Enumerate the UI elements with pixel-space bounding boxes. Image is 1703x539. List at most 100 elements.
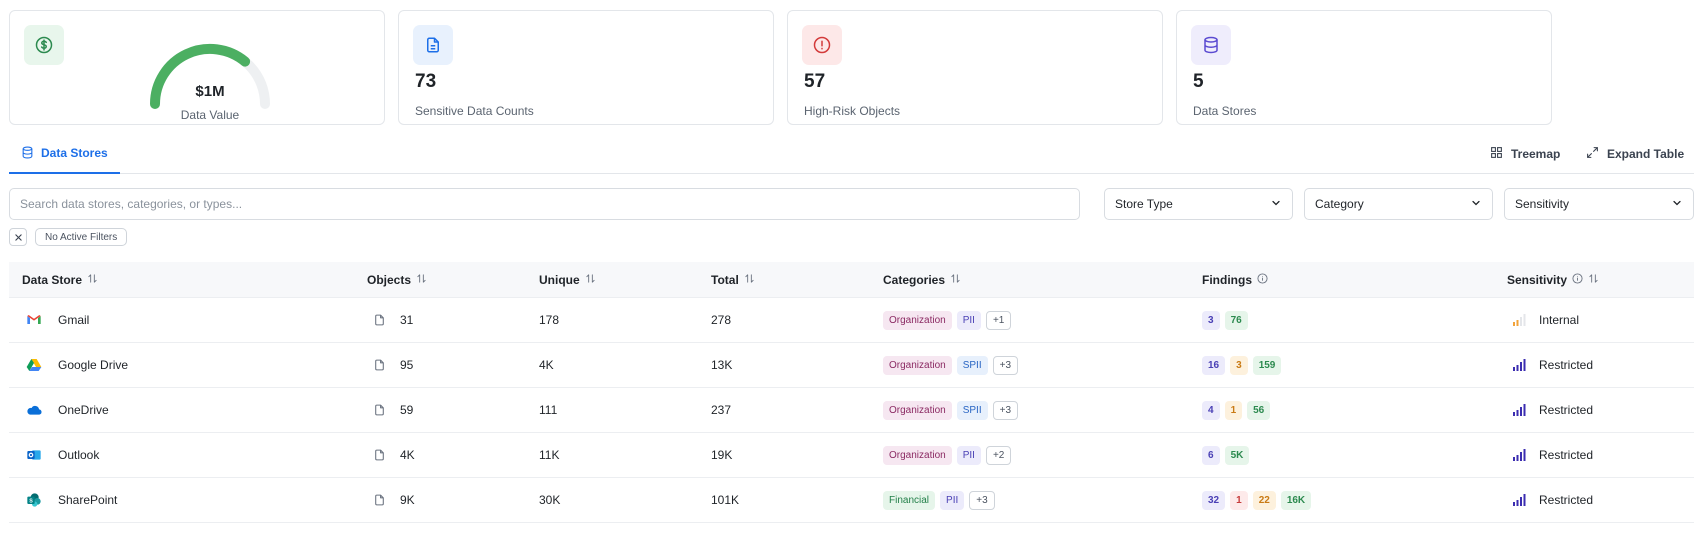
sort-icon bbox=[416, 273, 427, 287]
finding-badge: 16 bbox=[1202, 355, 1226, 375]
unique-value: 111 bbox=[539, 403, 558, 417]
table-row[interactable]: Google Drive 95 4K 13K Organization SPII +… bbox=[9, 343, 1694, 388]
sensitivity-bars-icon bbox=[1513, 449, 1527, 461]
data-value-label: Data Value bbox=[180, 108, 240, 122]
unique-cell: 11K bbox=[539, 433, 559, 477]
sensitivity-cell: Internal bbox=[1513, 298, 1579, 342]
category-chip: Organization bbox=[883, 400, 952, 420]
category-select[interactable]: Category bbox=[1304, 188, 1493, 220]
grid-icon bbox=[1490, 146, 1503, 162]
finding-badge: 3 bbox=[1230, 355, 1248, 375]
categories-cell: Organization SPII +3 bbox=[883, 388, 1023, 432]
treemap-label: Treemap bbox=[1511, 147, 1561, 161]
store-type-value: Store Type bbox=[1115, 197, 1173, 211]
category-chip[interactable]: +3 bbox=[992, 400, 1019, 420]
column-header-label: Findings bbox=[1202, 273, 1252, 287]
table-row[interactable]: OneDrive 59 111 237 Organization SPII +3 4… bbox=[9, 388, 1694, 433]
findings-cell: 4 1 56 bbox=[1202, 388, 1275, 432]
store-cell: Outlook bbox=[26, 433, 99, 477]
total-value: 101K bbox=[711, 493, 740, 507]
tab-data-stores[interactable]: Data Stores bbox=[9, 146, 120, 174]
chevron-down-icon bbox=[1470, 197, 1482, 212]
data-value-card: $1M Data Value bbox=[9, 10, 385, 125]
unique-value: 4K bbox=[539, 358, 554, 372]
column-header-objects[interactable]: Objects bbox=[367, 262, 427, 298]
sort-icon bbox=[1588, 273, 1599, 287]
category-chip: Organization bbox=[883, 310, 952, 330]
objects-cell: 95 bbox=[373, 343, 413, 387]
findings-cell: 6 5K bbox=[1202, 433, 1254, 477]
category-chip[interactable]: +1 bbox=[985, 310, 1012, 330]
objects-cell: 31 bbox=[373, 298, 413, 342]
sort-icon bbox=[585, 273, 596, 287]
finding-badge: 6 bbox=[1202, 445, 1220, 465]
category-chip[interactable]: +3 bbox=[992, 355, 1019, 375]
column-header-unique[interactable]: Unique bbox=[539, 262, 596, 298]
close-icon bbox=[14, 230, 23, 245]
document-icon bbox=[373, 358, 386, 372]
chevron-down-icon bbox=[1270, 197, 1282, 212]
store-type-select[interactable]: Store Type bbox=[1104, 188, 1293, 220]
total-cell: 237 bbox=[711, 388, 731, 432]
search-input[interactable] bbox=[9, 188, 1080, 220]
total-cell: 19K bbox=[711, 433, 732, 477]
finding-badge: 76 bbox=[1224, 310, 1248, 330]
objects-cell: 9K bbox=[373, 478, 415, 522]
finding-badge: 159 bbox=[1252, 355, 1282, 375]
total-cell: 101K bbox=[711, 478, 739, 522]
store-cell: Google Drive bbox=[26, 343, 128, 387]
document-icon bbox=[373, 448, 386, 462]
expand-table-button[interactable]: Expand Table bbox=[1586, 146, 1684, 162]
document-icon bbox=[373, 313, 386, 327]
sensitivity-bars-icon bbox=[1513, 494, 1527, 506]
categories-cell: Organization PII +1 bbox=[883, 298, 1016, 342]
column-header-label: Objects bbox=[367, 273, 412, 287]
findings-cell: 16 3 159 bbox=[1202, 343, 1286, 387]
finding-badge: 32 bbox=[1202, 490, 1226, 510]
high-risk-label: High-Risk Objects bbox=[804, 104, 901, 118]
objects-value: 95 bbox=[400, 358, 414, 372]
column-header-data-store[interactable]: Data Store bbox=[22, 262, 98, 298]
sensitivity-value: Restricted bbox=[1539, 448, 1594, 462]
column-header-categories[interactable]: Categories bbox=[883, 262, 961, 298]
document-icon bbox=[373, 403, 386, 417]
categories-cell: Organization SPII +3 bbox=[883, 343, 1023, 387]
clear-filters-button[interactable] bbox=[9, 228, 27, 246]
sensitive-data-label: Sensitive Data Counts bbox=[415, 104, 534, 118]
category-chip: PII bbox=[940, 490, 965, 510]
category-chip[interactable]: +2 bbox=[985, 445, 1012, 465]
data-stores-card: 5 Data Stores bbox=[1176, 10, 1552, 125]
database-icon bbox=[21, 146, 34, 162]
alert-icon bbox=[802, 25, 842, 65]
svg-text:S: S bbox=[29, 498, 33, 504]
column-header-findings[interactable]: Findings bbox=[1202, 262, 1268, 298]
table-row[interactable]: Outlook 4K 11K 19K Organization PII +2 6 5K… bbox=[9, 433, 1694, 478]
sensitive-data-card: 73 Sensitive Data Counts bbox=[398, 10, 774, 125]
finding-badge: 1 bbox=[1224, 400, 1243, 420]
gmail-icon bbox=[26, 312, 42, 328]
total-value: 13K bbox=[711, 358, 733, 372]
store-cell: OneDrive bbox=[26, 388, 109, 432]
total-cell: 278 bbox=[711, 298, 731, 342]
store-name: Outlook bbox=[58, 448, 100, 462]
sensitivity-select[interactable]: Sensitivity bbox=[1504, 188, 1694, 220]
sensitivity-value: Restricted bbox=[1539, 493, 1594, 507]
database-icon bbox=[1191, 25, 1231, 65]
category-chip: PII bbox=[956, 310, 981, 330]
table-row[interactable]: Gmail 31 178 278 Organization PII +1 3 76 I… bbox=[9, 298, 1694, 343]
treemap-button[interactable]: Treemap bbox=[1490, 146, 1560, 162]
store-cell: S SharePoint bbox=[26, 478, 117, 522]
category-chip[interactable]: +3 bbox=[969, 490, 995, 510]
unique-value: 30K bbox=[539, 493, 561, 507]
sensitivity-cell: Restricted bbox=[1513, 478, 1593, 522]
column-header-total[interactable]: Total bbox=[711, 262, 755, 298]
table-row[interactable]: S SharePoint 9K 30K 101K Financial PII +3 … bbox=[9, 478, 1694, 523]
document-icon bbox=[413, 25, 453, 65]
sort-icon bbox=[950, 273, 961, 287]
tab-data-stores-label: Data Stores bbox=[41, 146, 108, 160]
sensitivity-cell: Restricted bbox=[1513, 388, 1593, 432]
data-stores-label: Data Stores bbox=[1193, 104, 1257, 118]
objects-cell: 4K bbox=[373, 433, 415, 477]
column-header-sensitivity[interactable]: Sensitivity bbox=[1507, 262, 1599, 298]
total-value: 19K bbox=[711, 448, 733, 462]
